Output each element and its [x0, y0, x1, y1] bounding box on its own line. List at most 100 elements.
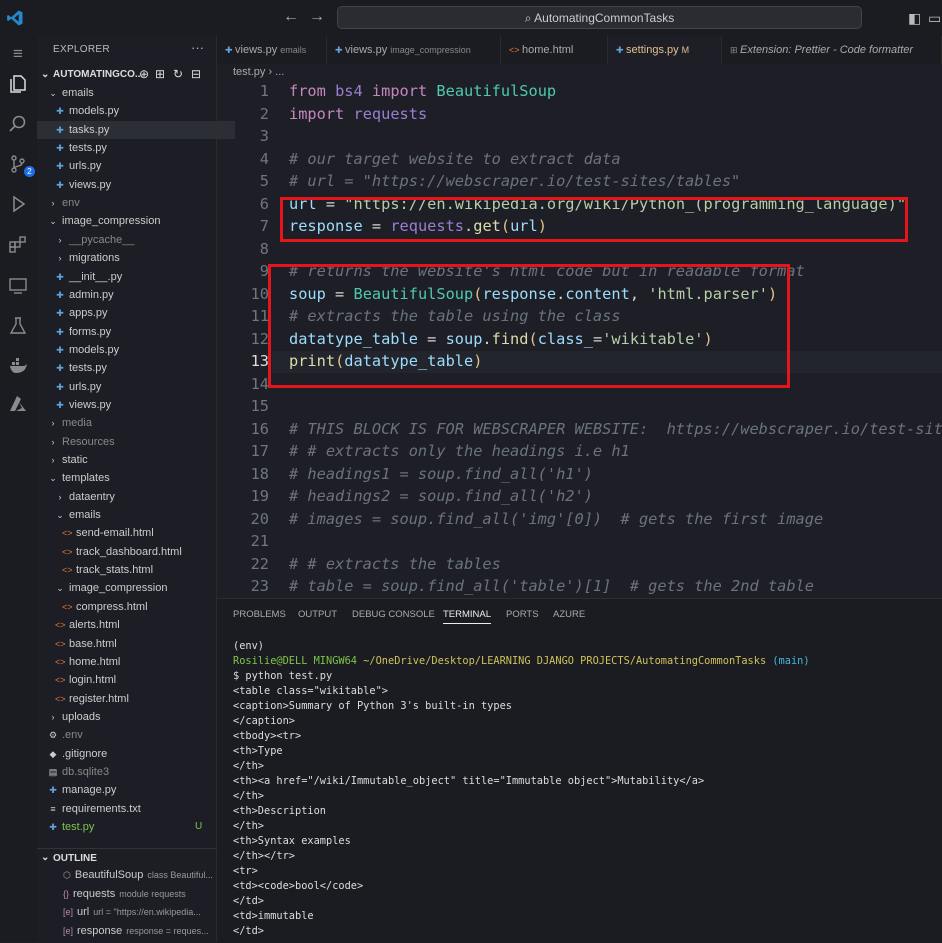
python-file-icon: ✚ — [56, 399, 64, 410]
tree-item[interactable]: ⌄ emails — [37, 506, 235, 524]
tree-item[interactable]: › dataentry — [37, 488, 235, 506]
tree-item[interactable]: <> alerts.html — [37, 616, 235, 634]
editor-tab[interactable]: ⊞ Extension: Prettier - Code formatter — [722, 36, 942, 64]
python-file-icon: ✚ — [225, 45, 236, 55]
tree-item[interactable]: ✚ forms.py — [37, 323, 235, 341]
tree-item-label: send-email.html — [76, 527, 154, 540]
tree-item-label: .env — [62, 729, 83, 742]
explorer-icon[interactable] — [6, 72, 30, 96]
tree-item[interactable]: ✚ views.py — [37, 396, 235, 414]
tree-item[interactable]: › migrations — [37, 249, 235, 267]
editor-tab[interactable]: <> home.html — [501, 36, 608, 64]
tree-item[interactable]: ⌄ emails — [37, 84, 228, 102]
run-debug-icon[interactable] — [6, 192, 30, 216]
tree-item[interactable]: ✚ manage.py — [37, 781, 228, 799]
panel-tab[interactable]: PORTS — [506, 609, 539, 620]
command-center-search[interactable]: ⌕ AutomatingCommonTasks — [337, 6, 862, 29]
new-folder-icon[interactable]: ⊞ — [155, 67, 165, 81]
editor-tab[interactable]: ✚ views.py image_compression — [327, 36, 501, 64]
tree-item[interactable]: <> track_stats.html — [37, 561, 242, 579]
tree-item[interactable]: ✚ urls.py — [37, 157, 235, 175]
tree-item[interactable]: › uploads — [37, 708, 228, 726]
tree-item[interactable]: ✚ test.py U — [37, 818, 228, 836]
remote-explorer-icon[interactable] — [6, 274, 30, 298]
outline-item[interactable]: [e] response response = reques... — [37, 922, 243, 940]
panel-tab[interactable]: AZURE — [553, 609, 585, 620]
tree-item[interactable]: <> register.html — [37, 690, 235, 708]
tree-item[interactable]: ✚ views.py — [37, 176, 235, 194]
editor-tab[interactable]: ✚ views.py emails — [217, 36, 327, 64]
tree-item[interactable]: ⚙ .env — [37, 726, 228, 744]
panel-tab[interactable]: PROBLEMS — [233, 609, 286, 620]
code-line[interactable]: # headings2 = soup.find_all('h2') — [289, 487, 593, 505]
tree-item[interactable]: <> home.html — [37, 653, 235, 671]
terminal-line: (env) — [233, 640, 264, 652]
code-line[interactable]: # # extracts only the headings i.e h1 — [289, 442, 630, 460]
tree-item[interactable]: › static — [37, 451, 228, 469]
tree-item[interactable]: › Resources — [37, 433, 228, 451]
code-line[interactable]: # our target website to extract data — [289, 150, 621, 168]
tree-item[interactable]: › env — [37, 194, 228, 212]
extensions-icon[interactable] — [6, 232, 30, 256]
explorer-header: EXPLORER — [53, 44, 110, 55]
forward-icon[interactable]: → — [309, 8, 325, 26]
panel-tab[interactable]: TERMINAL — [443, 609, 492, 624]
tree-item[interactable]: ◆ .gitignore — [37, 745, 228, 763]
tree-item[interactable]: ≡ requirements.txt — [37, 800, 228, 818]
testing-icon[interactable] — [6, 314, 30, 338]
code-line[interactable]: # images = soup.find_all('img'[0]) # get… — [289, 510, 823, 528]
tree-item[interactable]: <> compress.html — [37, 598, 242, 616]
outline-item[interactable]: {} requests module requests — [37, 885, 243, 903]
code-line[interactable]: # # extracts the tables — [289, 555, 501, 573]
code-line[interactable]: # table = soup.find_all('table')[1] # ge… — [289, 577, 814, 595]
code-line[interactable]: import requests — [289, 105, 427, 123]
docker-icon[interactable] — [6, 354, 30, 378]
tree-item-label: media — [62, 417, 92, 430]
outline-item[interactable]: ⬡ BeautifulSoup class Beautiful... — [37, 866, 243, 884]
breadcrumb[interactable]: test.py › ... — [233, 66, 284, 78]
tree-item[interactable]: <> base.html — [37, 635, 235, 653]
tree-item[interactable]: <> track_dashboard.html — [37, 543, 242, 561]
panel-tab[interactable]: DEBUG CONSOLE — [352, 609, 435, 620]
back-icon[interactable]: ← — [283, 8, 299, 26]
toggle-panel-icon[interactable]: ▭ — [928, 10, 941, 27]
search-icon: ⌕ — [524, 11, 532, 25]
tree-item[interactable]: ✚ models.py — [37, 102, 235, 120]
search-icon[interactable] — [6, 112, 30, 136]
source-control-icon[interactable]: 2 — [6, 152, 35, 177]
tree-item[interactable]: ⌄ templates — [37, 469, 228, 487]
tree-item[interactable]: ✚ tests.py — [37, 139, 235, 157]
tree-item[interactable]: ⌄ image_compression — [37, 579, 235, 597]
tree-item[interactable]: › media — [37, 414, 228, 432]
code-line[interactable]: # headings1 = soup.find_all('h1') — [289, 465, 593, 483]
tree-item[interactable]: <> send-email.html — [37, 524, 242, 542]
tree-item[interactable]: ▤ db.sqlite3 — [37, 763, 228, 781]
tree-item[interactable]: ✚ tasks.py — [37, 120, 235, 139]
collapse-all-icon[interactable]: ⊟ — [191, 67, 201, 81]
tree-item[interactable]: › __pycache__ — [37, 231, 235, 249]
panel-tab[interactable]: OUTPUT — [298, 609, 337, 620]
tree-item[interactable]: ✚ tests.py — [37, 359, 235, 377]
terminal-line: Rosilie@DELL MINGW64 ~/OneDrive/Desktop/… — [233, 655, 810, 667]
code-line[interactable]: # THIS BLOCK IS FOR WEBSCRAPER WEBSITE: … — [289, 420, 942, 438]
tree-item[interactable]: ✚ apps.py — [37, 304, 235, 322]
tree-item[interactable]: ✚ models.py — [37, 341, 235, 359]
code-line[interactable]: # url = "https://webscraper.io/test-site… — [289, 172, 740, 190]
outline-item[interactable]: [e] url url = "https://en.wikipedia... — [37, 903, 243, 921]
outline-header[interactable]: ⌄ OUTLINE — [37, 848, 217, 867]
toggle-sidebar-icon[interactable]: ◧ — [908, 10, 921, 27]
tree-item[interactable]: ✚ __init__.py — [37, 268, 235, 286]
tree-item[interactable]: <> login.html — [37, 671, 235, 689]
refresh-icon[interactable]: ↻ — [173, 67, 183, 81]
more-actions-icon[interactable]: ··· — [191, 40, 204, 55]
azure-icon[interactable] — [6, 392, 30, 416]
tree-item[interactable]: ✚ admin.py — [37, 286, 235, 304]
code-line[interactable]: from bs4 import BeautifulSoup — [289, 82, 556, 100]
new-file-icon[interactable]: ⊕ — [139, 67, 149, 81]
tree-item[interactable]: ✚ urls.py — [37, 378, 235, 396]
editor-tab[interactable]: ✚ settings.py M — [608, 36, 722, 64]
chevron-right-icon: › — [58, 491, 62, 502]
tree-item[interactable]: ⌄ image_compression — [37, 212, 228, 230]
project-root[interactable]: ⌄ AUTOMATINGCO... ⊕ ⊞ ↻ ⊟ — [37, 66, 217, 84]
menu-icon[interactable]: ≡ — [6, 42, 30, 66]
